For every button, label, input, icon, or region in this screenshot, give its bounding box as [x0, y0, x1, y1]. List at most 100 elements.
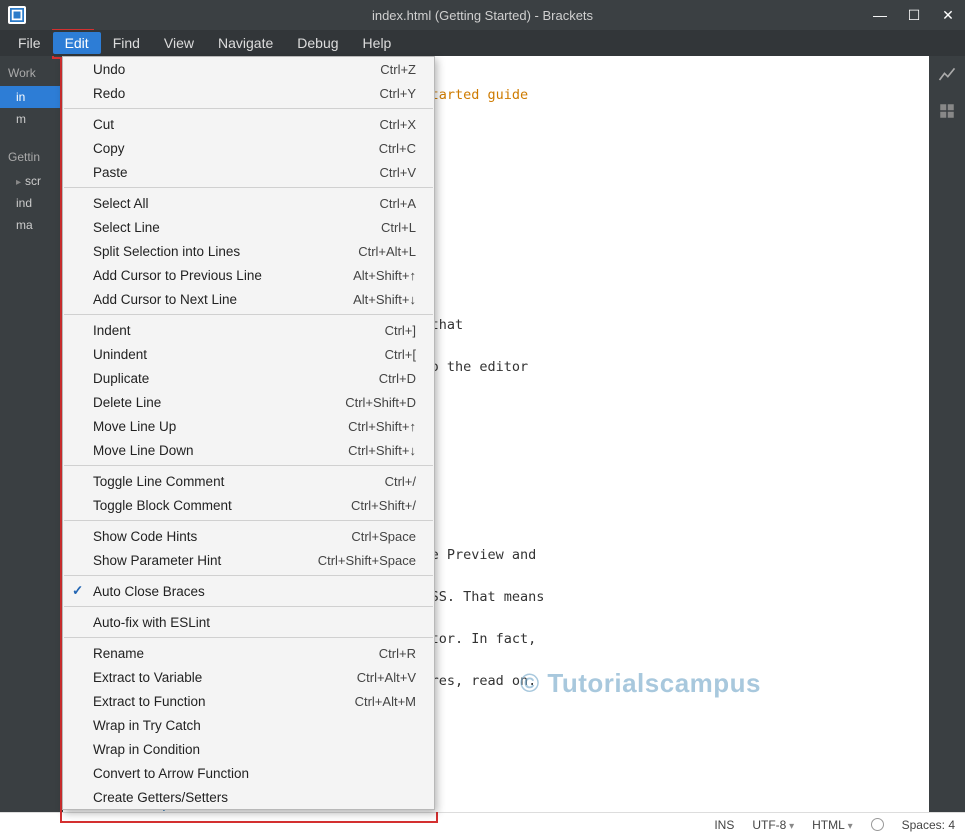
menu-item-show-parameter-hint[interactable]: Show Parameter HintCtrl+Shift+Space	[63, 548, 434, 572]
menu-item-label: Extract to Variable	[93, 670, 357, 685]
close-button[interactable]: ✕	[931, 0, 965, 30]
menu-separator	[64, 465, 433, 466]
menu-item-cut[interactable]: CutCtrl+X	[63, 112, 434, 136]
menu-item-select-all[interactable]: Select AllCtrl+A	[63, 191, 434, 215]
menu-item-shortcut: Ctrl+X	[380, 117, 416, 132]
menu-find[interactable]: Find	[101, 32, 152, 54]
minimize-button[interactable]: —	[863, 0, 897, 30]
menu-item-shortcut: Ctrl+Z	[380, 62, 416, 77]
extension-manager-icon[interactable]	[934, 98, 960, 124]
menu-item-shortcut: Ctrl+Shift+Space	[318, 553, 416, 568]
menu-item-duplicate[interactable]: DuplicateCtrl+D	[63, 366, 434, 390]
menu-item-split-selection-into-lines[interactable]: Split Selection into LinesCtrl+Alt+L	[63, 239, 434, 263]
sidebar-item[interactable]: in	[0, 86, 63, 108]
menu-item-label: Add Cursor to Previous Line	[93, 268, 353, 283]
sidebar-item[interactable]: m	[0, 108, 63, 130]
menu-item-show-code-hints[interactable]: Show Code HintsCtrl+Space	[63, 524, 434, 548]
menu-item-shortcut: Ctrl+Alt+L	[358, 244, 416, 259]
menu-item-shortcut: Alt+Shift+↑	[353, 268, 416, 283]
menu-item-label: Indent	[93, 323, 385, 338]
menu-item-wrap-in-try-catch[interactable]: Wrap in Try Catch	[63, 713, 434, 737]
menu-item-shortcut: Ctrl+Shift+↓	[348, 443, 416, 458]
menu-item-unindent[interactable]: UnindentCtrl+[	[63, 342, 434, 366]
status-language[interactable]: HTML	[812, 818, 852, 832]
menu-item-wrap-in-condition[interactable]: Wrap in Condition	[63, 737, 434, 761]
maximize-button[interactable]: ☐	[897, 0, 931, 30]
menu-item-delete-line[interactable]: Delete LineCtrl+Shift+D	[63, 390, 434, 414]
menu-item-select-line[interactable]: Select LineCtrl+L	[63, 215, 434, 239]
sidebar: Work inm Gettin scrindma	[0, 56, 63, 812]
sidebar-item[interactable]: ma	[0, 214, 63, 236]
menu-item-label: Duplicate	[93, 371, 379, 386]
menu-item-shortcut: Ctrl+Shift+↑	[348, 419, 416, 434]
menu-item-shortcut: Ctrl+Alt+M	[355, 694, 416, 709]
menu-item-label: Wrap in Try Catch	[93, 718, 416, 733]
right-toolbar	[929, 56, 965, 812]
menu-item-label: Auto Close Braces	[93, 584, 416, 599]
status-spaces[interactable]: Spaces: 4	[902, 818, 955, 832]
menu-item-auto-close-braces[interactable]: Auto Close Braces	[63, 579, 434, 603]
menu-item-undo[interactable]: UndoCtrl+Z	[63, 57, 434, 81]
menu-item-shortcut: Ctrl+R	[379, 646, 416, 661]
menu-item-label: Delete Line	[93, 395, 345, 410]
menu-item-shortcut: Ctrl+Space	[351, 529, 416, 544]
menu-item-convert-to-arrow-function[interactable]: Convert to Arrow Function	[63, 761, 434, 785]
menu-item-shortcut: Ctrl+A	[380, 196, 416, 211]
menu-item-indent[interactable]: IndentCtrl+]	[63, 318, 434, 342]
menu-item-toggle-line-comment[interactable]: Toggle Line CommentCtrl+/	[63, 469, 434, 493]
menu-item-copy[interactable]: CopyCtrl+C	[63, 136, 434, 160]
menu-item-label: Create Getters/Setters	[93, 790, 416, 805]
menu-item-shortcut: Ctrl+Alt+V	[357, 670, 416, 685]
menu-item-extract-to-variable[interactable]: Extract to VariableCtrl+Alt+V	[63, 665, 434, 689]
live-preview-icon[interactable]	[934, 62, 960, 88]
menu-item-label: Wrap in Condition	[93, 742, 416, 757]
menu-item-extract-to-function[interactable]: Extract to FunctionCtrl+Alt+M	[63, 689, 434, 713]
menu-separator	[64, 314, 433, 315]
menu-file[interactable]: File	[6, 32, 53, 54]
menu-item-toggle-block-comment[interactable]: Toggle Block CommentCtrl+Shift+/	[63, 493, 434, 517]
menu-navigate[interactable]: Navigate	[206, 32, 285, 54]
menu-item-redo[interactable]: RedoCtrl+Y	[63, 81, 434, 105]
menu-item-shortcut: Ctrl+/	[385, 474, 416, 489]
menu-item-rename[interactable]: RenameCtrl+R	[63, 641, 434, 665]
menu-item-create-getters-setters[interactable]: Create Getters/Setters	[63, 785, 434, 809]
menu-item-shortcut: Ctrl+Shift+D	[345, 395, 416, 410]
menu-debug[interactable]: Debug	[285, 32, 350, 54]
menu-separator	[64, 637, 433, 638]
edit-menu-dropdown: UndoCtrl+ZRedoCtrl+YCutCtrl+XCopyCtrl+CP…	[62, 56, 435, 810]
menu-item-add-cursor-to-next-line[interactable]: Add Cursor to Next LineAlt+Shift+↓	[63, 287, 434, 311]
menu-item-label: Unindent	[93, 347, 385, 362]
menu-item-label: Copy	[93, 141, 379, 156]
status-bar: INS UTF-8 HTML Spaces: 4	[0, 812, 965, 836]
menu-item-label: Select Line	[93, 220, 381, 235]
status-ins[interactable]: INS	[714, 818, 734, 832]
menu-item-shortcut: Alt+Shift+↓	[353, 292, 416, 307]
menu-separator	[64, 108, 433, 109]
status-encoding[interactable]: UTF-8	[752, 818, 794, 832]
menu-item-label: Cut	[93, 117, 380, 132]
menu-item-paste[interactable]: PasteCtrl+V	[63, 160, 434, 184]
menu-separator	[64, 575, 433, 576]
sidebar-section-project: Gettin	[0, 144, 63, 170]
menu-item-move-line-down[interactable]: Move Line DownCtrl+Shift+↓	[63, 438, 434, 462]
sidebar-item[interactable]: ind	[0, 192, 63, 214]
menu-help[interactable]: Help	[351, 32, 404, 54]
menu-item-shortcut: Ctrl+D	[379, 371, 416, 386]
menu-item-move-line-up[interactable]: Move Line UpCtrl+Shift+↑	[63, 414, 434, 438]
menu-item-shortcut: Ctrl+Shift+/	[351, 498, 416, 513]
menu-item-auto-fix-with-eslint[interactable]: Auto-fix with ESLint	[63, 610, 434, 634]
menu-item-shortcut: Ctrl+]	[385, 323, 416, 338]
sidebar-item[interactable]: scr	[0, 170, 63, 192]
menu-item-label: Select All	[93, 196, 380, 211]
menu-item-label: Move Line Up	[93, 419, 348, 434]
menu-item-label: Show Parameter Hint	[93, 553, 318, 568]
menu-separator	[64, 606, 433, 607]
menu-item-label: Paste	[93, 165, 380, 180]
menu-item-label: Toggle Block Comment	[93, 498, 351, 513]
menu-item-label: Undo	[93, 62, 380, 77]
menu-edit[interactable]: Edit	[53, 32, 101, 54]
menu-view[interactable]: View	[152, 32, 206, 54]
menu-item-add-cursor-to-previous-line[interactable]: Add Cursor to Previous LineAlt+Shift+↑	[63, 263, 434, 287]
menu-item-label: Rename	[93, 646, 379, 661]
menu-item-label: Add Cursor to Next Line	[93, 292, 353, 307]
